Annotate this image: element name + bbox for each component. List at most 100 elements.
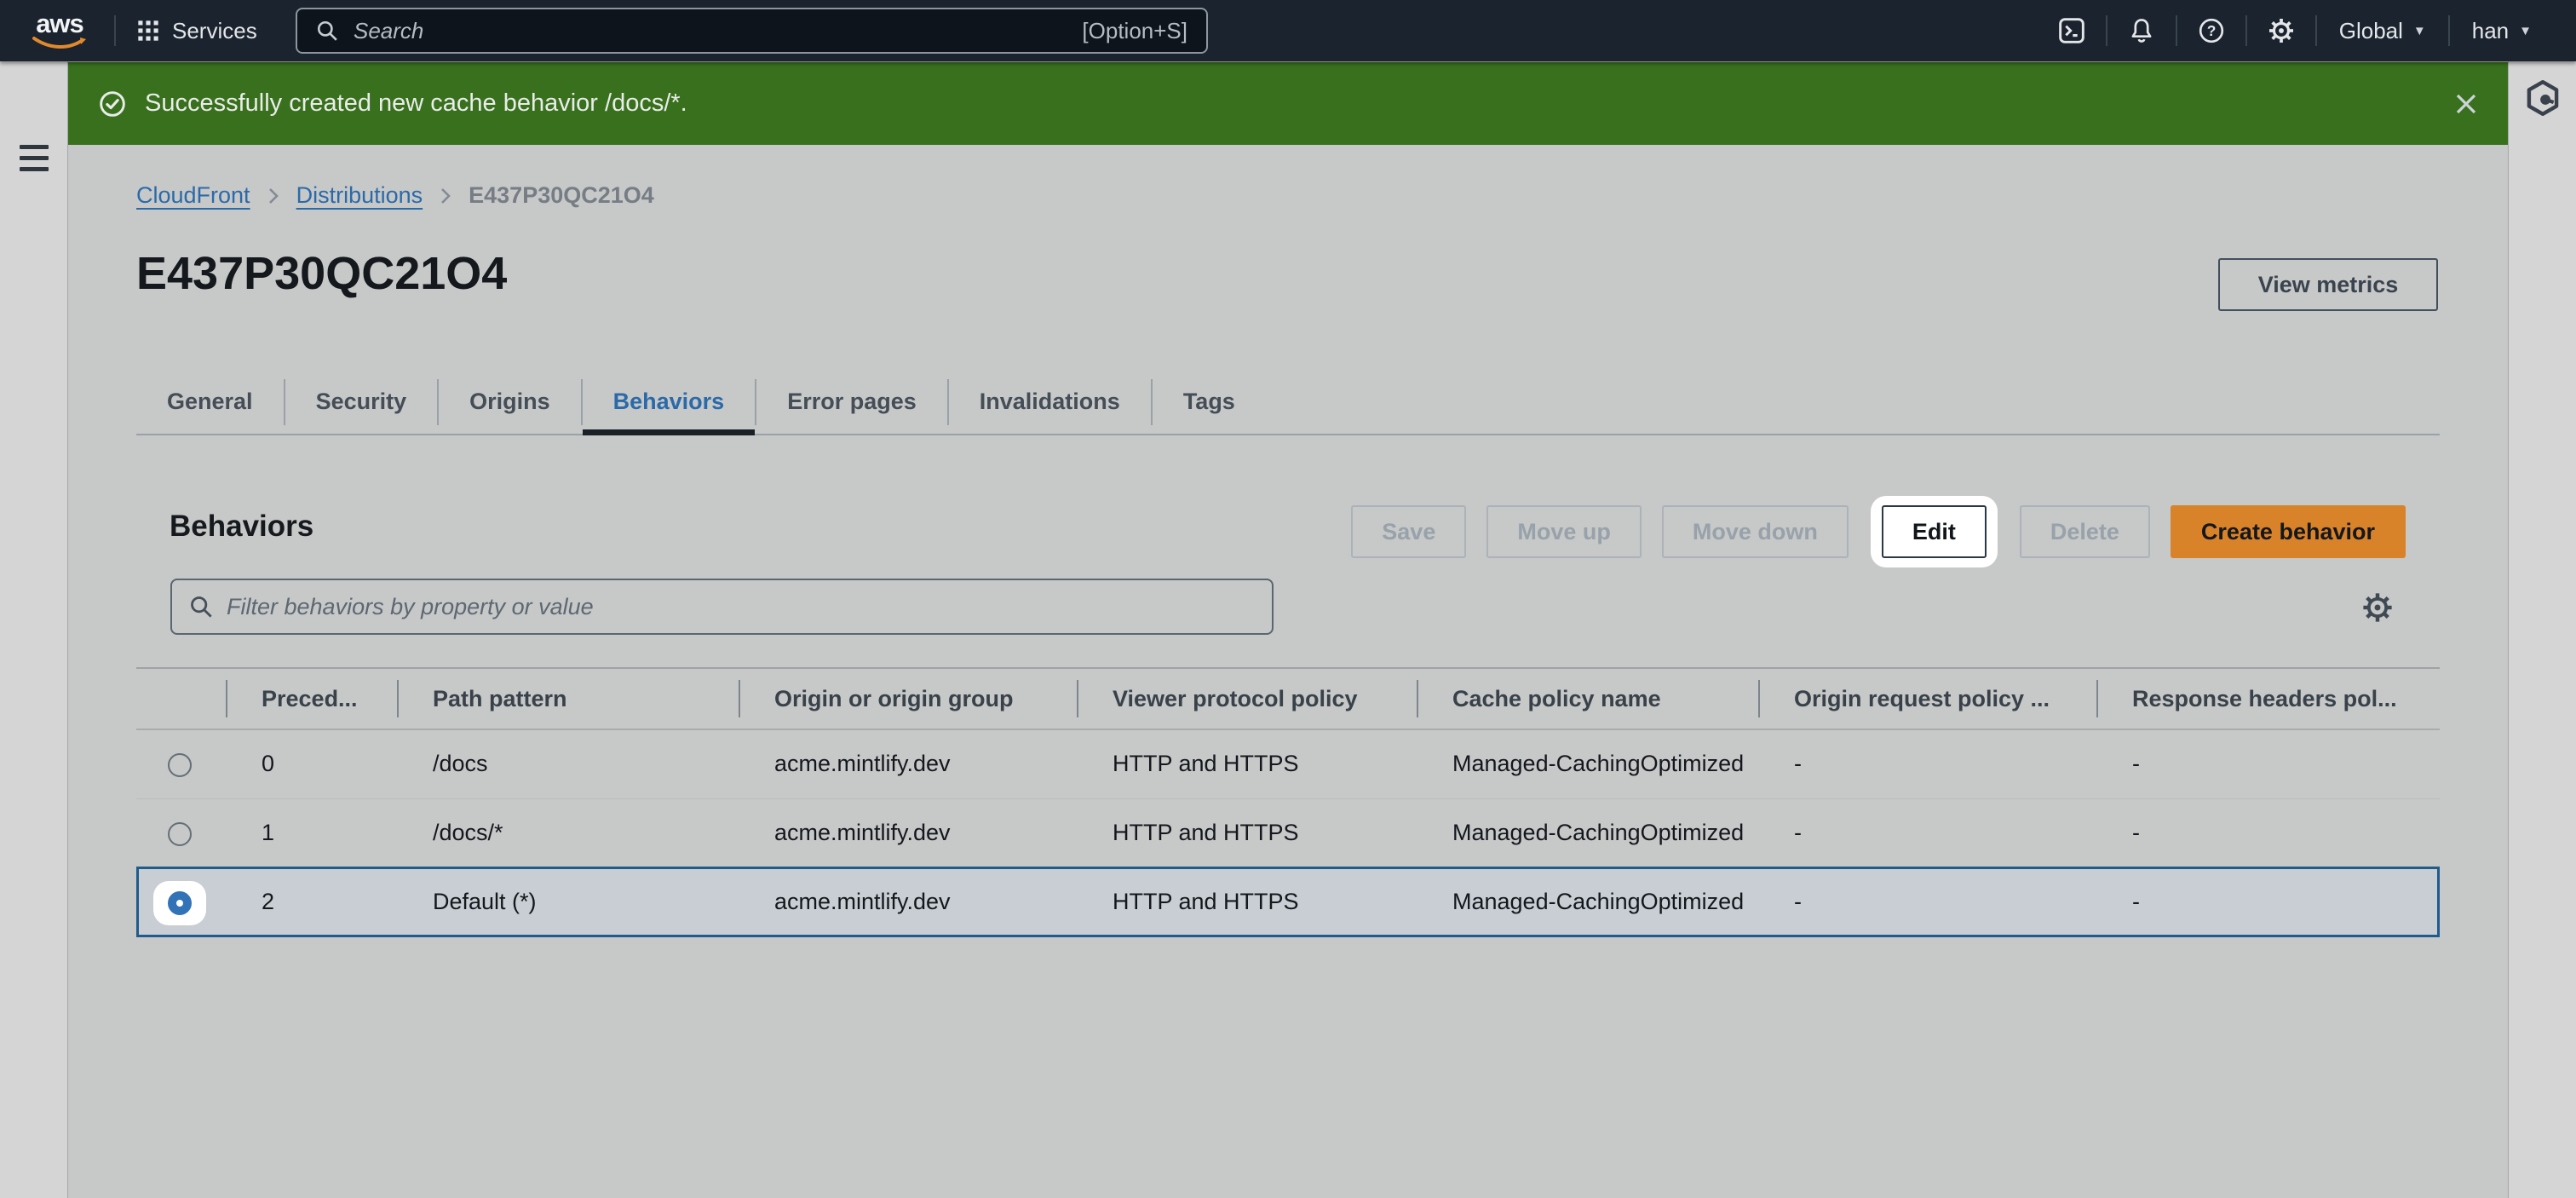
- region-selector[interactable]: Global ▼: [2317, 18, 2448, 44]
- aws-console-screen: aws Services [Option+S]: [0, 0, 2576, 1198]
- column-header-viewer-protocol[interactable]: Viewer protocol policy: [1077, 668, 1417, 729]
- topbar-utilities: ?: [2038, 0, 2554, 61]
- cell-cache-policy: Managed-CachingOptimized: [1417, 867, 1758, 936]
- create-behavior-button[interactable]: Create behavior: [2171, 505, 2406, 558]
- top-navigation-bar: aws Services [Option+S]: [0, 0, 2576, 61]
- filter-input[interactable]: [225, 593, 1255, 621]
- table-preferences-button[interactable]: [2361, 591, 2394, 628]
- table-row[interactable]: 1 /docs/* acme.mintlify.dev HTTP and HTT…: [136, 798, 2440, 867]
- aws-smile-icon: [32, 37, 88, 50]
- global-search[interactable]: [Option+S]: [296, 8, 1208, 54]
- radio-highlight: [153, 881, 206, 925]
- table-row-selected[interactable]: 2 Default (*) acme.mintlify.dev HTTP and…: [136, 867, 2440, 936]
- column-header-path-pattern[interactable]: Path pattern: [397, 668, 739, 729]
- banner-close-button[interactable]: [2453, 91, 2479, 117]
- column-header-origin[interactable]: Origin or origin group: [739, 668, 1077, 729]
- left-navigation-rail: [0, 61, 68, 1198]
- edit-button-highlight: Edit: [1871, 496, 1998, 567]
- edit-button[interactable]: Edit: [1882, 505, 1987, 558]
- cell-precedence: 2: [226, 867, 397, 936]
- right-utility-rail: [2508, 61, 2576, 1198]
- aws-logo[interactable]: aws: [26, 11, 94, 50]
- search-input[interactable]: [352, 17, 1068, 45]
- search-icon: [316, 20, 338, 42]
- open-sidebar-button[interactable]: [20, 145, 49, 171]
- cell-origin-request-policy: -: [1758, 867, 2096, 936]
- breadcrumb-cloudfront-link[interactable]: CloudFront: [136, 182, 250, 209]
- cell-precedence: 1: [226, 798, 397, 867]
- row-radio-unselected[interactable]: [168, 753, 192, 777]
- tab-security[interactable]: Security: [285, 370, 438, 434]
- column-header-precedence[interactable]: Preced...: [226, 668, 397, 729]
- chevron-down-icon: ▼: [2413, 24, 2426, 38]
- divider: [114, 15, 116, 46]
- table-row[interactable]: 0 /docs acme.mintlify.dev HTTP and HTTPS…: [136, 729, 2440, 798]
- distribution-tabs: General Security Origins Behaviors Error…: [136, 370, 2440, 435]
- cell-response-headers-policy: -: [2096, 729, 2440, 798]
- cell-response-headers-policy: -: [2096, 867, 2440, 936]
- services-label: Services: [172, 18, 257, 44]
- tab-tags[interactable]: Tags: [1153, 370, 1266, 434]
- region-label: Global: [2339, 18, 2403, 44]
- table-header-row: Preced... Path pattern Origin or origin …: [136, 668, 2440, 729]
- close-icon: [2453, 91, 2479, 117]
- move-up-button[interactable]: Move up: [1486, 505, 1642, 558]
- save-button[interactable]: Save: [1351, 505, 1466, 558]
- cell-cache-policy: Managed-CachingOptimized: [1417, 729, 1758, 798]
- notifications-button[interactable]: [2107, 17, 2176, 44]
- hexagon-panel-icon: [2523, 78, 2562, 118]
- bell-icon: [2128, 17, 2155, 44]
- success-flashbar: Successfully created new cache behavior …: [68, 62, 2508, 145]
- column-header-origin-request-policy[interactable]: Origin request policy ...: [1758, 668, 2096, 729]
- delete-button[interactable]: Delete: [2020, 505, 2150, 558]
- cell-origin: acme.mintlify.dev: [739, 867, 1077, 936]
- cell-origin: acme.mintlify.dev: [739, 729, 1077, 798]
- cell-viewer-policy: HTTP and HTTPS: [1077, 867, 1417, 936]
- cell-precedence: 0: [226, 729, 397, 798]
- banner-message: Successfully created new cache behavior …: [145, 89, 687, 118]
- behaviors-filter[interactable]: [170, 579, 1274, 635]
- row-radio-unselected[interactable]: [168, 822, 192, 846]
- cell-path-pattern: /docs/*: [397, 798, 739, 867]
- tab-invalidations[interactable]: Invalidations: [949, 370, 1151, 434]
- chevron-right-icon: [440, 186, 451, 206]
- tab-behaviors[interactable]: Behaviors: [583, 370, 756, 434]
- breadcrumb-distributions-link[interactable]: Distributions: [296, 182, 423, 209]
- move-down-button[interactable]: Move down: [1662, 505, 1849, 558]
- cloudshell-terminal-icon: [2058, 17, 2085, 44]
- cell-path-pattern: /docs: [397, 729, 739, 798]
- account-menu[interactable]: han ▼: [2450, 18, 2554, 44]
- cell-origin-request-policy: -: [1758, 729, 2096, 798]
- gear-icon: [2361, 591, 2394, 624]
- search-icon: [189, 595, 213, 619]
- chevron-down-icon: ▼: [2519, 24, 2532, 38]
- chevron-right-icon: [267, 186, 279, 206]
- question-circle-icon: ?: [2198, 17, 2225, 44]
- row-radio-selected[interactable]: [168, 891, 192, 915]
- settings-button[interactable]: [2247, 17, 2315, 44]
- aws-logo-text: aws: [36, 11, 83, 37]
- tab-origins[interactable]: Origins: [439, 370, 581, 434]
- column-header-cache-policy[interactable]: Cache policy name: [1417, 668, 1758, 729]
- search-shortcut-hint: [Option+S]: [1082, 18, 1187, 44]
- breadcrumb-current: E437P30QC21O4: [469, 182, 654, 209]
- side-panel-toggle-button[interactable]: [2523, 78, 2562, 122]
- column-header-response-headers-policy[interactable]: Response headers pol...: [2096, 668, 2440, 729]
- tab-general[interactable]: General: [136, 370, 284, 434]
- behaviors-table: Preced... Path pattern Origin or origin …: [136, 667, 2440, 936]
- grid-icon: [136, 19, 160, 43]
- breadcrumb: CloudFront Distributions E437P30QC21O4: [136, 182, 654, 209]
- tab-error-pages[interactable]: Error pages: [756, 370, 947, 434]
- cell-viewer-policy: HTTP and HTTPS: [1077, 729, 1417, 798]
- cell-path-pattern: Default (*): [397, 867, 739, 936]
- view-metrics-button[interactable]: View metrics: [2218, 258, 2438, 311]
- cloudshell-button[interactable]: [2038, 17, 2106, 44]
- cell-origin: acme.mintlify.dev: [739, 798, 1077, 867]
- cell-cache-policy: Managed-CachingOptimized: [1417, 798, 1758, 867]
- account-label: han: [2472, 18, 2509, 44]
- success-check-icon: [99, 90, 126, 118]
- services-menu-button[interactable]: Services: [136, 18, 257, 44]
- behaviors-panel-heading: Behaviors: [170, 510, 313, 544]
- help-button[interactable]: ?: [2177, 17, 2245, 44]
- behaviors-actions: Save Move up Move down Edit Delete Creat…: [1351, 502, 2406, 562]
